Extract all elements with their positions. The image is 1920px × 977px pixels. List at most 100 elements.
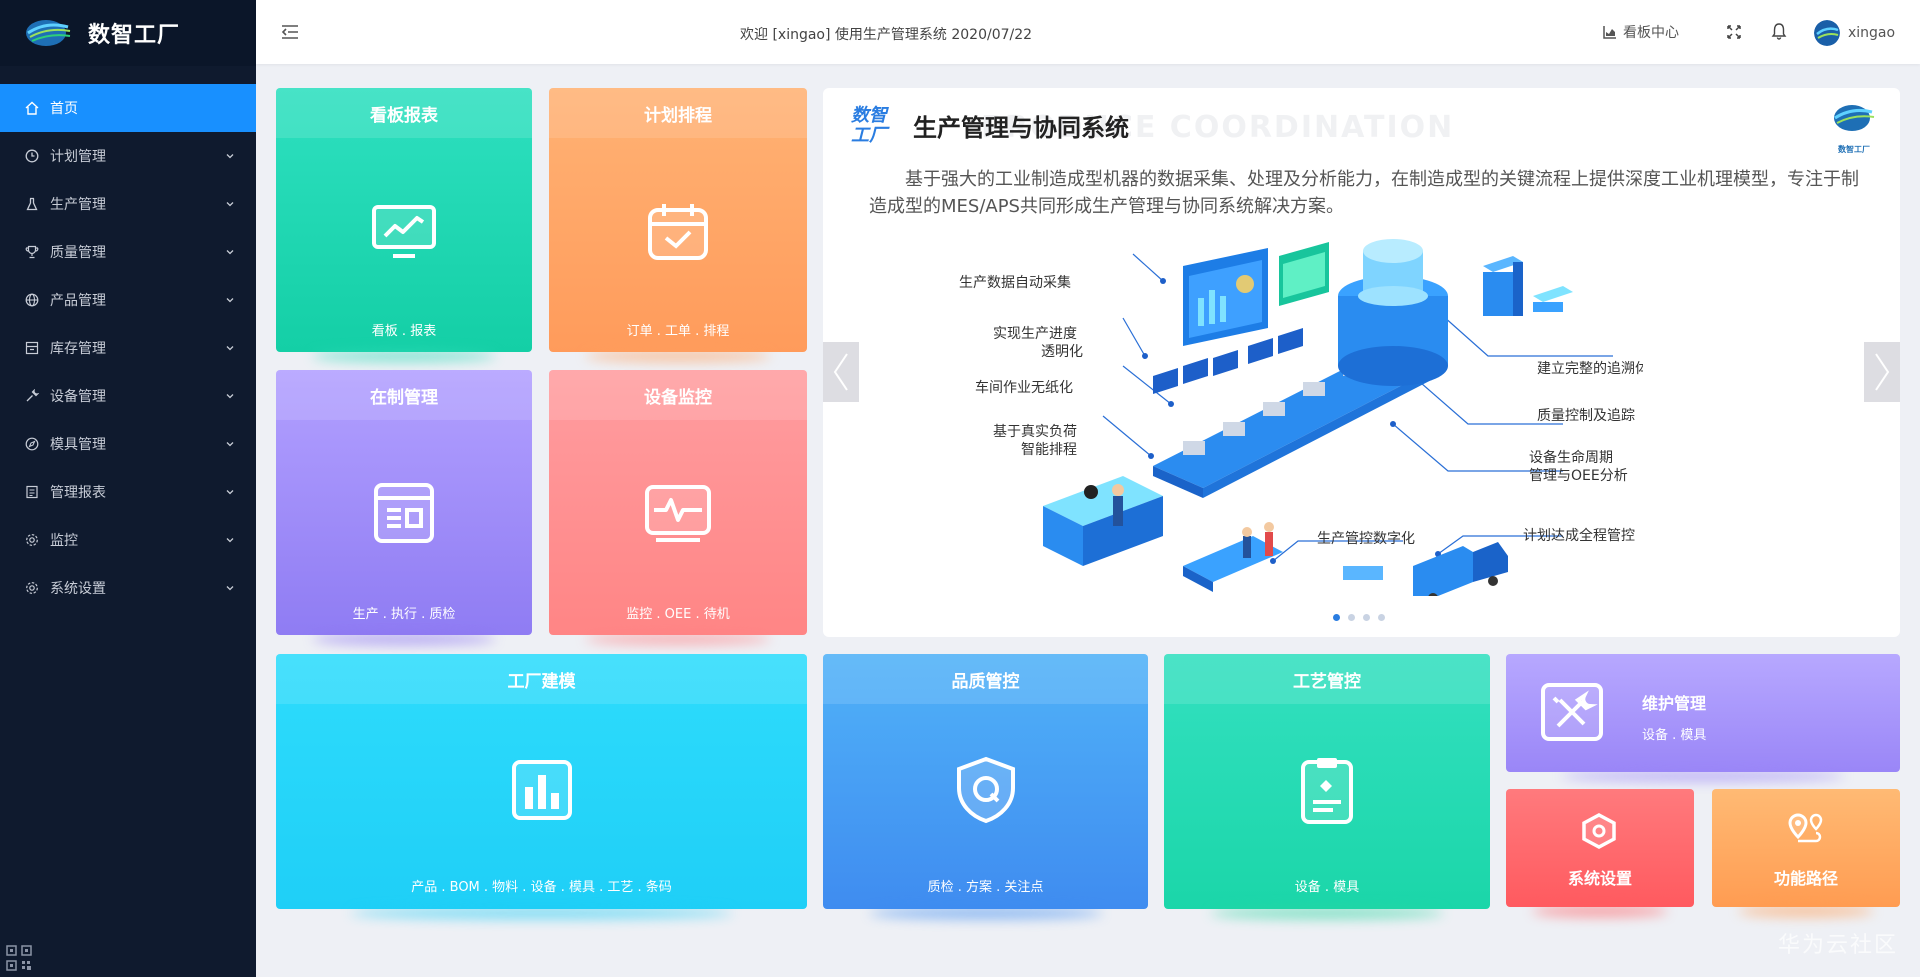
user-menu[interactable]: xingao	[1814, 20, 1895, 46]
workstation	[1043, 476, 1163, 566]
chevron-down-icon	[224, 438, 236, 450]
control-console	[1183, 522, 1283, 592]
tile-quality-control[interactable]: 品质管控 质检 . 方案 . 关注点	[823, 654, 1148, 919]
gear-icon	[24, 532, 40, 548]
sidebar-item-reports[interactable]: 管理报表	[0, 468, 256, 516]
sidebar-item-product[interactable]: 产品管理	[0, 276, 256, 324]
carousel-dot[interactable]	[1378, 614, 1385, 621]
factory-illustration: 生产数据自动采集 实现生产进度 透明化 车间作业无纸化 基于真实负荷 智能排程 …	[959, 239, 1643, 596]
tile-subtitle: 看板 . 报表	[371, 324, 437, 339]
clock-icon	[24, 148, 40, 164]
tile-factory-modeling[interactable]: 工厂建模 产品 . BOM . 物料 . 设备 . 模具 . 工艺 . 条码	[276, 654, 807, 919]
fullscreen-icon[interactable]	[1726, 24, 1742, 40]
tile-maintenance[interactable]: 维护管理 设备 . 模具	[1506, 654, 1900, 782]
chevron-down-icon	[224, 582, 236, 594]
logo-icon	[24, 17, 74, 49]
tile-subtitle: 产品 . BOM . 物料 . 设备 . 模具 . 工艺 . 条码	[411, 880, 672, 895]
tile-plan-schedule[interactable]: 计划排程 订单 . 工单 . 排程	[549, 88, 807, 362]
tile-shadow	[350, 907, 733, 919]
chevron-down-icon	[224, 150, 236, 162]
sidebar-item-label: 库存管理	[50, 341, 106, 357]
tile-title: 维护管理	[1642, 694, 1707, 713]
label-traceability: 建立完整的追溯体系	[1537, 361, 1643, 377]
sidebar-menu: 首页 计划管理 生产管理 质量管理 产品管理 库存管理 设备管理 模具管理 管理…	[0, 84, 256, 612]
app-logo[interactable]: 数智工厂	[0, 0, 256, 66]
sidebar-item-inventory[interactable]: 库存管理	[0, 324, 256, 372]
delivery-truck	[1343, 542, 1508, 596]
sidebar-item-settings[interactable]: 系统设置	[0, 564, 256, 612]
chevron-down-icon	[224, 246, 236, 258]
avatar	[1814, 20, 1840, 46]
sidebar-item-label: 管理报表	[50, 485, 106, 501]
clipboard-icon	[1300, 756, 1354, 830]
sidebar-item-label: 设备管理	[50, 389, 106, 405]
sidebar-item-label: 产品管理	[50, 293, 106, 309]
bar-chart-icon	[511, 759, 573, 825]
brand-top: 数智	[851, 105, 887, 126]
tile-shadow	[868, 907, 1103, 919]
tile-title: 在制管理	[276, 370, 532, 420]
tile-title: 工厂建模	[276, 654, 807, 704]
tile-shadow	[1561, 770, 1845, 782]
tile-title: 工艺管控	[1164, 654, 1490, 704]
tile-process-control[interactable]: 工艺管控 设备 . 模具	[1164, 654, 1490, 919]
tile-subtitle: 监控 . OEE . 待机	[626, 607, 730, 622]
sidebar-item-production[interactable]: 生产管理	[0, 180, 256, 228]
calendar-icon	[646, 200, 710, 266]
chevron-down-icon	[224, 294, 236, 306]
label-plan-control: 计划达成全程管控	[1523, 527, 1635, 544]
factory-machine	[1338, 239, 1448, 386]
tile-shadow	[311, 350, 497, 362]
flask-icon	[24, 196, 40, 212]
label-progress-b: 透明化	[1041, 344, 1083, 360]
top-header: 欢迎 [xingao] 使用生产管理系统 2020/07/22 看板中心 xin…	[256, 0, 1920, 64]
carousel-indicators	[1333, 614, 1385, 621]
tile-kanban-report[interactable]: 看板报表 看板 . 报表	[276, 88, 532, 362]
brand-bottom: 工厂	[851, 125, 887, 146]
tile-shadow	[585, 350, 771, 362]
sidebar-item-plan[interactable]: 计划管理	[0, 132, 256, 180]
label-lifecycle-b: 管理与OEE分析	[1529, 468, 1628, 484]
carousel-dot[interactable]	[1333, 614, 1340, 621]
tile-title: 品质管控	[823, 654, 1148, 704]
welcome-text: 欢迎 [xingao] 使用生产管理系统 2020/07/22	[740, 27, 1033, 43]
sidebar-item-mold[interactable]: 模具管理	[0, 420, 256, 468]
tile-subtitle: 设备 . 模具	[1642, 728, 1707, 743]
qr-code-icon[interactable]	[6, 945, 32, 971]
sidebar-item-label: 质量管理	[50, 245, 106, 261]
tile-subtitle: 设备 . 模具	[1294, 880, 1360, 895]
chevron-down-icon	[224, 534, 236, 546]
server-rack	[1483, 256, 1573, 316]
sidebar-item-quality[interactable]: 质量管理	[0, 228, 256, 276]
carousel-prev-button[interactable]	[823, 342, 859, 402]
tile-function-route[interactable]: 功能路径	[1712, 789, 1900, 917]
kanban-center-label: 看板中心	[1623, 25, 1679, 41]
sidebar-item-label: 模具管理	[50, 437, 106, 453]
carousel-next-button[interactable]	[1864, 342, 1900, 402]
label-digital-control: 生产管控数字化	[1317, 531, 1415, 547]
sidebar-item-equipment[interactable]: 设备管理	[0, 372, 256, 420]
tile-subtitle: 生产 . 执行 . 质检	[352, 607, 456, 622]
tile-equipment-monitor[interactable]: 设备监控 监控 . OEE . 待机	[549, 370, 807, 645]
heartbeat-monitor-icon	[644, 484, 712, 546]
bell-icon[interactable]	[1770, 22, 1788, 40]
tile-shadow	[1532, 905, 1668, 917]
home-icon	[24, 100, 40, 116]
tile-wip-management[interactable]: 在制管理 生产 . 执行 . 质检	[276, 370, 532, 645]
sidebar-item-label: 计划管理	[50, 149, 106, 165]
tile-shadow	[585, 633, 771, 645]
sidebar-item-home[interactable]: 首页	[0, 84, 256, 132]
map-pin-route-icon	[1786, 811, 1826, 853]
sidebar-item-monitor[interactable]: 监控	[0, 516, 256, 564]
banner-logo-text: 数智工厂	[1838, 145, 1870, 154]
banner-carousel[interactable]: PRODUCE COORDINATION 数智 工厂 生产管理与协同系统 数智工…	[823, 88, 1900, 637]
tile-title: 看板报表	[276, 88, 532, 138]
menu-toggle-icon[interactable]	[280, 22, 300, 42]
globe-icon	[24, 292, 40, 308]
chevron-down-icon	[224, 390, 236, 402]
banner-logo: 数智工厂	[1832, 102, 1876, 155]
kanban-center-link[interactable]: 看板中心	[1602, 22, 1679, 42]
carousel-dot[interactable]	[1348, 614, 1355, 621]
tile-system-settings[interactable]: 系统设置	[1506, 789, 1694, 917]
carousel-dot[interactable]	[1363, 614, 1370, 621]
